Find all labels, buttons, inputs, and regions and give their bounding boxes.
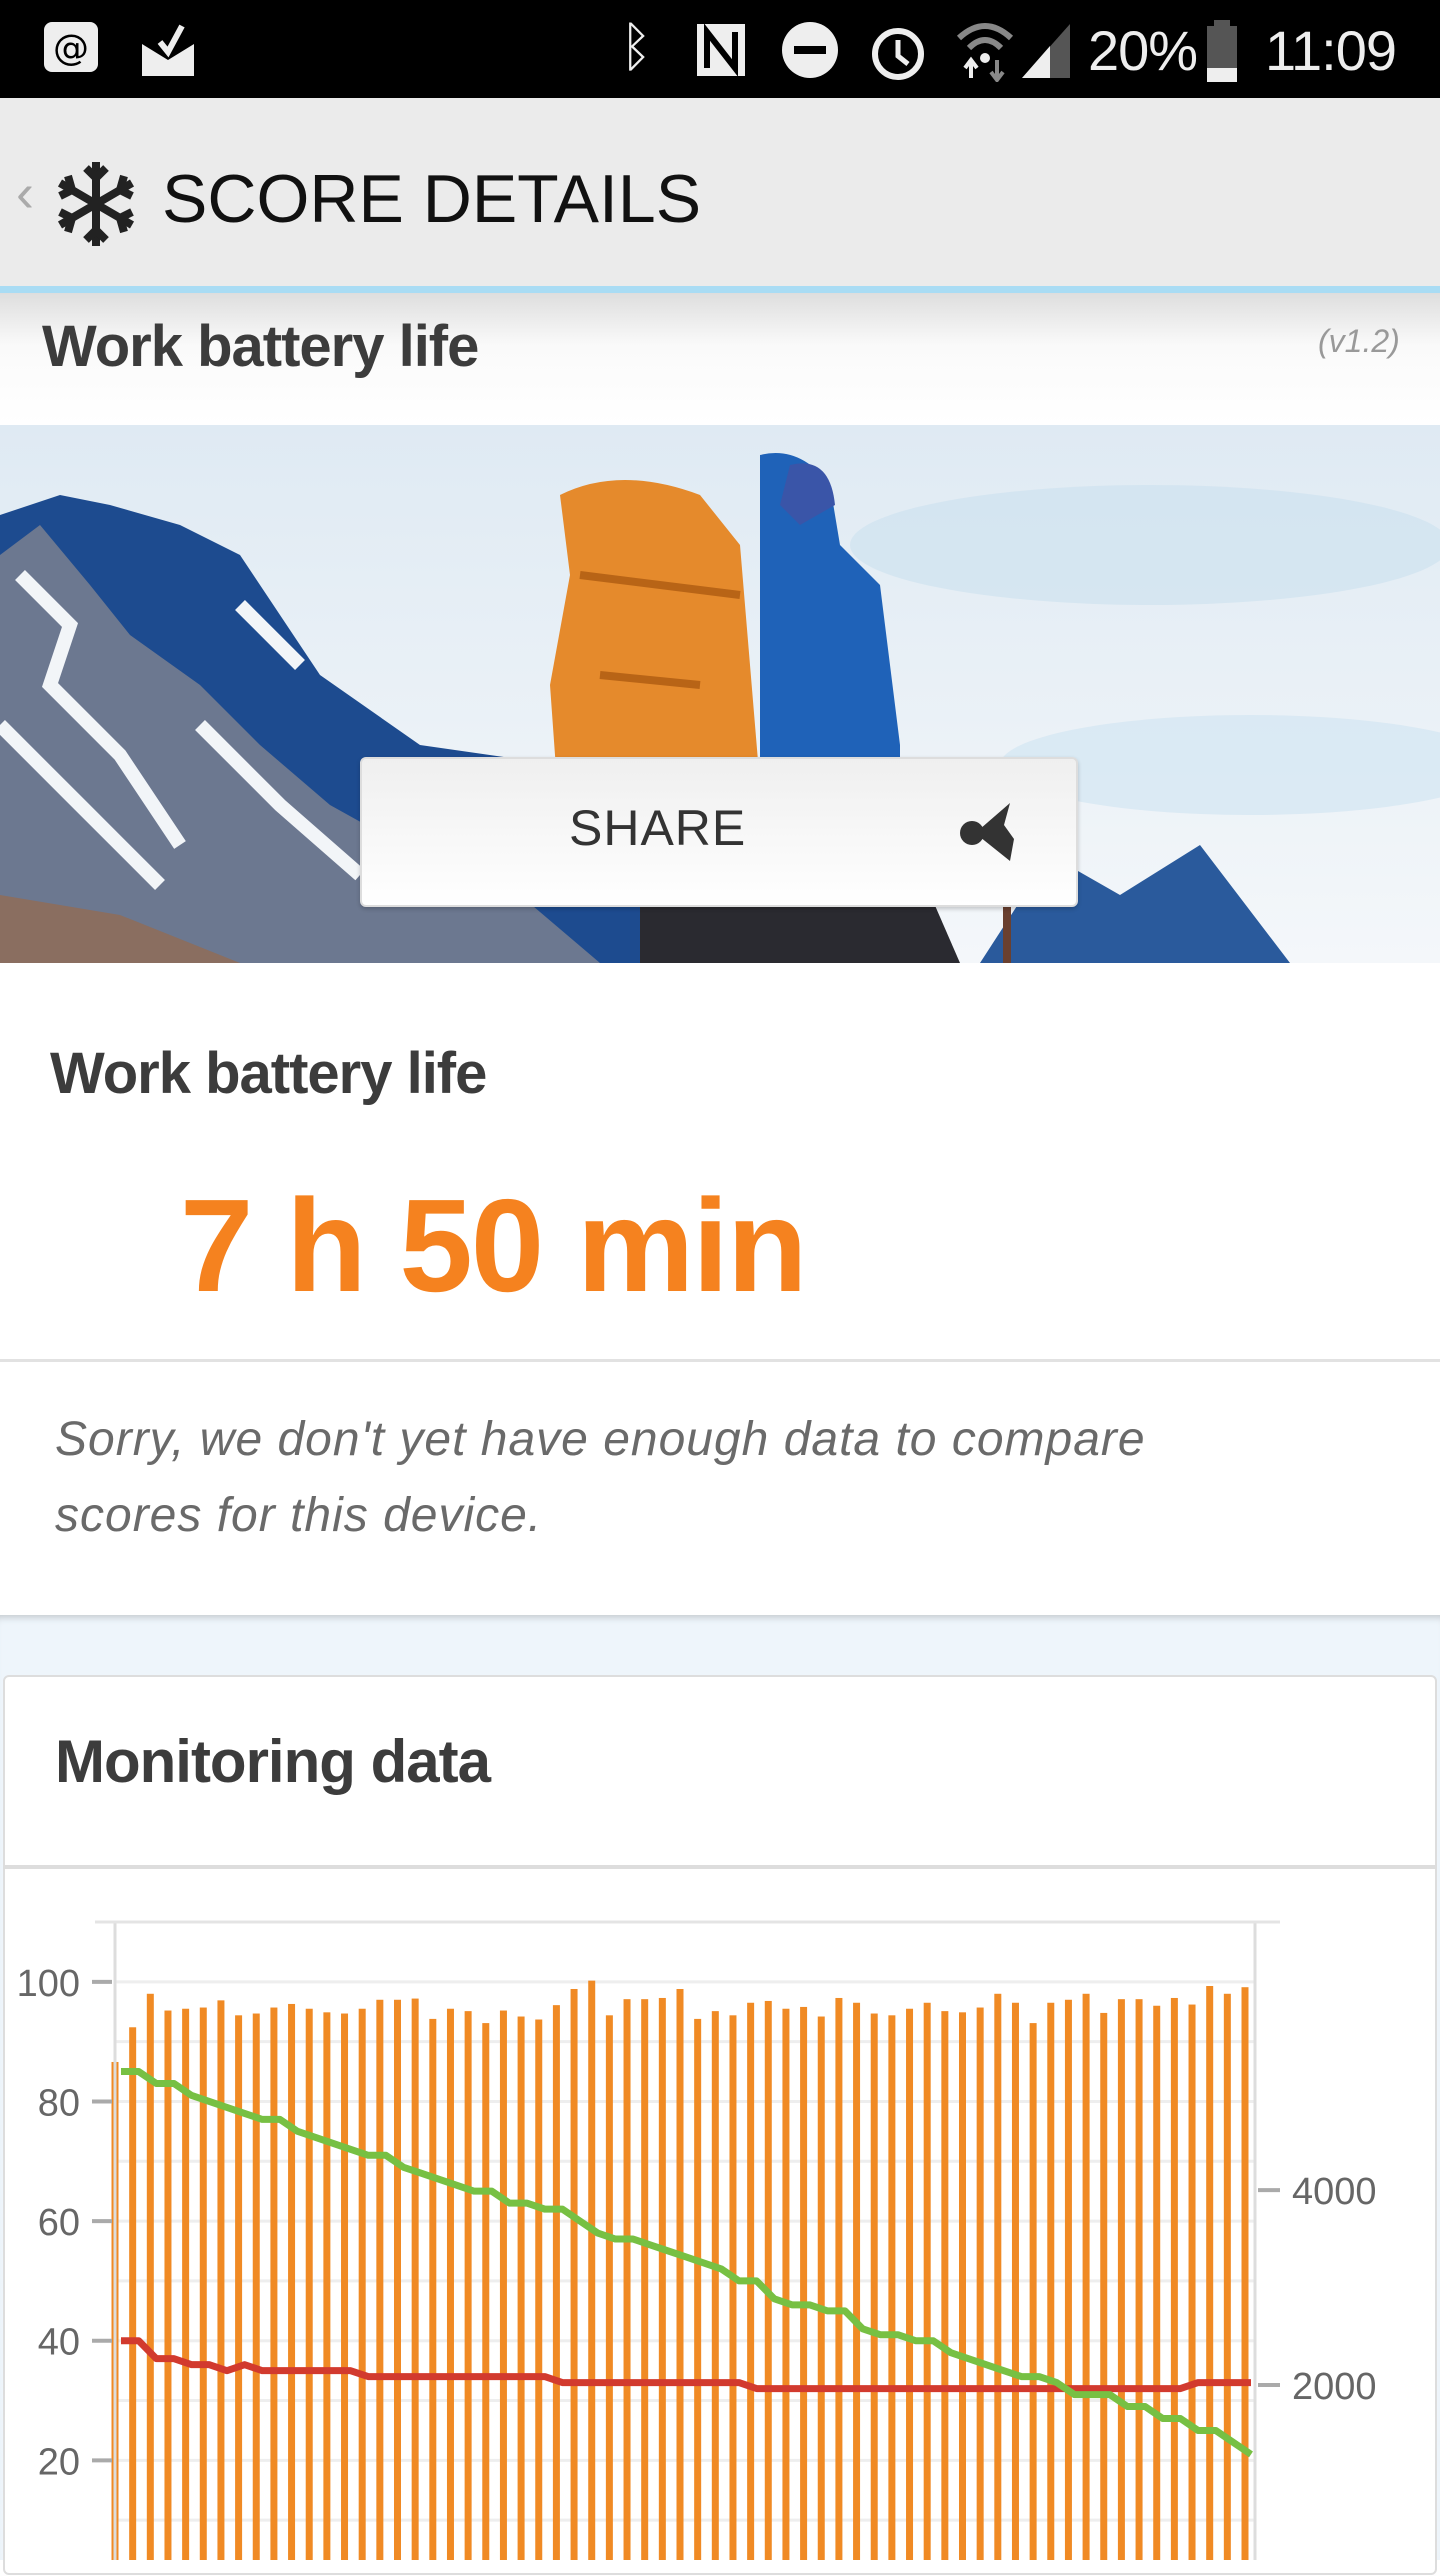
bar [976,2007,984,2560]
bar [129,2027,137,2560]
bar [764,2000,772,2560]
bar [782,2008,790,2560]
left-tick-label: 60 [38,2202,80,2244]
bar [1170,1997,1178,2560]
score-value: 7 h 50 min [180,1172,808,1319]
test-header: Work battery life (v1.2) [0,293,1440,425]
nfc-icon [697,23,745,77]
bar [517,2016,525,2560]
clock: 11:09 [1265,19,1397,82]
bar [906,2008,914,2560]
bar [694,2018,702,2560]
bar [1047,2002,1055,2560]
bar [323,2012,331,2560]
bar [1241,1987,1249,2560]
left-tick-label: 100 [17,1963,80,2005]
battery-icon [1207,20,1237,82]
wifi-icon [956,23,1014,82]
bar [1011,2002,1019,2560]
right-tick-label: 2000 [1292,2366,1377,2408]
bluetooth-icon: ᛒ [620,17,653,77]
monitoring-title: Monitoring data [55,1728,491,1795]
bar [1117,1999,1125,2560]
mail-check-icon [142,24,194,76]
bar [358,2008,366,2560]
bar [941,2011,949,2560]
bar [429,2018,437,2560]
bar [570,1988,578,2560]
bar [1223,1993,1231,2560]
bar [817,2016,825,2560]
bar [464,2011,472,2560]
bar [1153,2005,1161,2560]
alarm-icon [872,28,924,80]
test-version: (v1.2) [1318,323,1400,359]
bar [376,1999,384,2560]
bar [552,2005,560,2560]
svg-text:@: @ [53,28,89,69]
header-accent-line [0,286,1440,293]
left-tick-label: 20 [38,2441,80,2483]
bar [605,2015,613,2560]
bar [870,2013,878,2560]
right-tick-label: 4000 [1292,2171,1377,2213]
bar [588,1980,596,2560]
divider [0,1359,1440,1362]
snowflake-icon[interactable] [50,158,142,250]
bar [676,1988,684,2560]
no-comparison-note-line1: Sorry, we don't yet have enough data to … [55,1413,1146,1466]
do-not-disturb-icon [782,22,838,78]
bar [164,2010,172,2560]
bar [1206,1986,1214,2560]
email-icon: @ [44,22,98,72]
bar [923,2002,931,2560]
bar [623,1999,631,2560]
no-comparison-note-line2: scores for this device. [55,1489,543,1542]
test-name: Work battery life [42,314,479,379]
share-label: SHARE [569,800,747,856]
bar [1100,2012,1108,2560]
monitoring-chart: 20 40 60 80 100 2000 4000 [17,1920,1377,2560]
left-tick-label: 40 [38,2322,80,2364]
bar [1064,1999,1072,2560]
bar [482,2023,490,2560]
bar [270,2007,278,2560]
bar [341,2013,349,2560]
bar [1082,1993,1090,2560]
bar [446,2008,454,2560]
bar [499,2010,507,2560]
bar [235,2015,243,2560]
bar [288,2003,296,2560]
chevron-left-icon[interactable]: ‹ [16,162,34,224]
left-tick-label: 80 [38,2082,80,2124]
bar [994,1993,1002,2560]
bar [853,2002,861,2560]
bar [729,2015,737,2560]
app-bar: ‹ SCORE DETAILS [0,98,1440,286]
share-icon [960,803,1014,861]
bar [1135,1999,1143,2560]
status-bar: @ ᛒ 20% 11:09 [0,0,1440,98]
share-button[interactable]: SHARE [360,757,1078,907]
bar [217,2000,225,2560]
bar [835,1997,843,2560]
bar [1188,2004,1196,2560]
bar [1029,2023,1037,2560]
signal-icon [1022,24,1070,78]
bar [888,2015,896,2560]
bar [411,1998,419,2560]
bar [252,2013,260,2560]
bar [711,2011,719,2560]
bar [535,2019,543,2560]
bar [394,1999,401,2560]
page-title: SCORE DETAILS [162,161,702,237]
bar [658,1997,666,2560]
bar [959,2012,966,2560]
result-title: Work battery life [50,1041,487,1106]
battery-percent: 20% [1088,19,1198,82]
bar [800,2006,808,2560]
bar [641,1999,649,2560]
bar [199,2007,207,2560]
bar [305,2008,313,2560]
